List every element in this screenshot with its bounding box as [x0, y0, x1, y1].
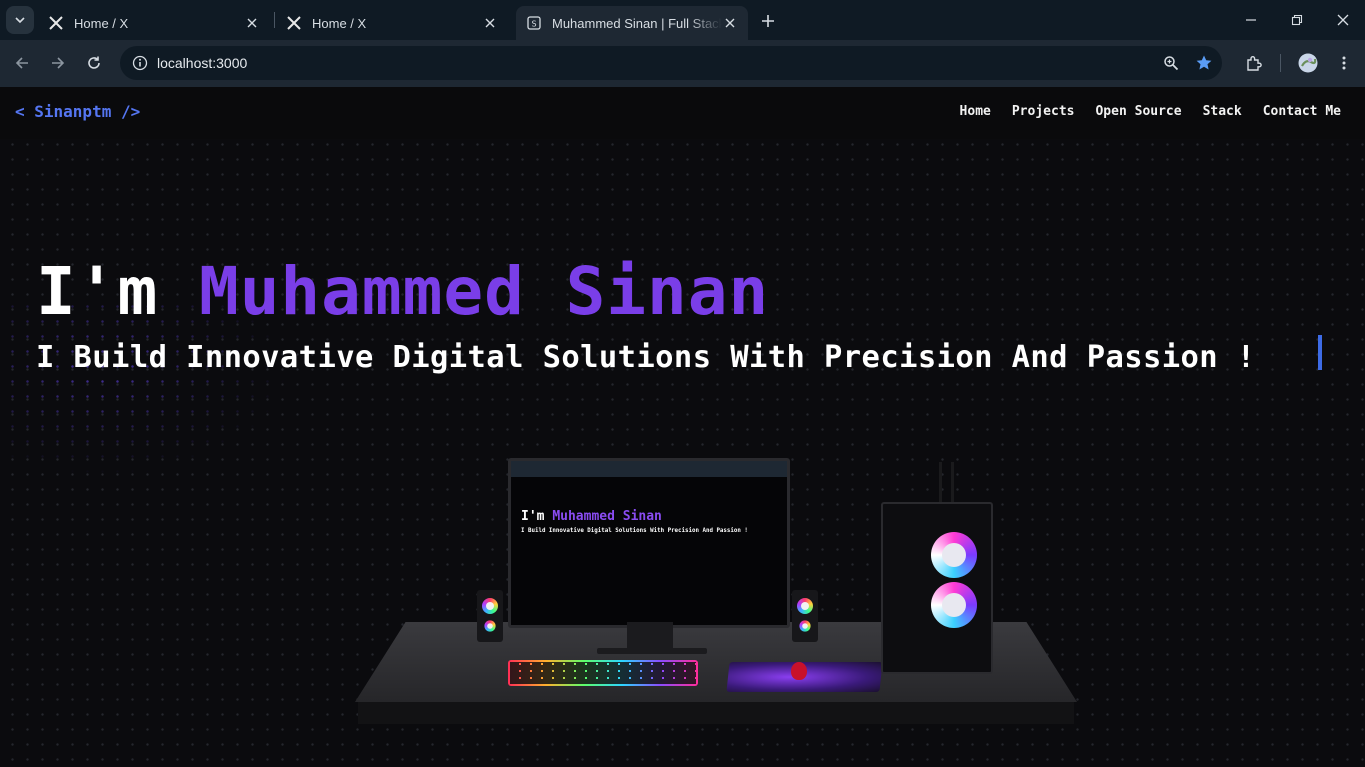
tab-title: Muhammed Sinan | Full Stack Developer [552, 15, 722, 31]
monitor-stand [627, 622, 673, 650]
mini-hero-subtitle: I Build Innovative Digital Solutions Wit… [521, 528, 748, 534]
url-text[interactable]: localhost:3000 [157, 46, 247, 80]
bookmark-button[interactable] [1192, 51, 1216, 75]
plus-icon [762, 15, 774, 27]
mini-hero-name: Muhammed Sinan [552, 509, 662, 524]
zoom-button[interactable] [1159, 51, 1183, 75]
forward-button[interactable] [44, 49, 72, 77]
site-header: < Sinanptm /> Home Projects Open Source … [0, 87, 1365, 139]
nav-link-home[interactable]: Home [960, 104, 991, 119]
mini-hero-title: I'm Muhammed Sinan [521, 509, 662, 524]
mouse [791, 662, 807, 680]
3d-desk-scene[interactable]: I'm Muhammed Sinan I Build Innovative Di… [355, 452, 1085, 727]
hero-title: I'm Muhammed Sinan [36, 252, 769, 332]
minimize-button[interactable] [1228, 0, 1274, 40]
rgb-ring-icon [484, 620, 496, 632]
monitor-screen: I'm Muhammed Sinan I Build Innovative Di… [511, 461, 787, 625]
svg-text:S: S [531, 20, 536, 29]
rgb-ring-icon [799, 620, 811, 632]
speaker-right [792, 590, 818, 642]
desk-edge [358, 702, 1074, 724]
close-icon[interactable] [244, 15, 260, 31]
menu-button[interactable] [1330, 49, 1358, 77]
tab-title: Home / X [312, 15, 367, 31]
restore-icon [1291, 14, 1303, 26]
reload-icon [88, 56, 100, 69]
tab-home-x-2[interactable]: Home / X [276, 6, 508, 40]
rgb-ring-icon [482, 598, 498, 614]
puzzle-icon [1247, 56, 1262, 71]
restore-button[interactable] [1274, 0, 1320, 40]
toolbar-separator [1280, 54, 1281, 72]
reload-button[interactable] [80, 49, 108, 77]
arrow-right-icon [52, 57, 65, 69]
tab-search-button[interactable] [6, 6, 34, 34]
avatar-icon [1298, 53, 1318, 73]
tab-separator [274, 12, 275, 28]
nav-link-open-source[interactable]: Open Source [1095, 104, 1181, 119]
rgb-fan-icon [931, 532, 977, 578]
router-antenna [951, 462, 954, 502]
back-button[interactable] [8, 49, 36, 77]
typing-caret [1318, 335, 1322, 370]
hero-title-prefix: I'm [36, 253, 199, 330]
tab-strip: Home / X Home / X S Muhammed Sinan | Ful… [0, 0, 1365, 40]
pc-tower [881, 502, 993, 674]
minimize-icon [1246, 19, 1256, 21]
extensions-button[interactable] [1240, 49, 1268, 77]
tab-title: Home / X [74, 15, 129, 31]
nav-link-projects[interactable]: Projects [1012, 104, 1075, 119]
browser-toolbar: localhost:3000 [0, 40, 1365, 87]
address-bar[interactable]: localhost:3000 [120, 46, 1222, 80]
star-filled-icon [1196, 55, 1212, 70]
close-icon[interactable] [482, 15, 498, 31]
tab-portfolio[interactable]: S Muhammed Sinan | Full Stack Developer [516, 6, 748, 40]
mini-hero-prefix: I'm [521, 509, 553, 524]
new-tab-button[interactable] [756, 9, 780, 33]
page-content: < Sinanptm /> Home Projects Open Source … [0, 87, 1365, 767]
arrow-left-icon [15, 57, 28, 69]
close-icon [1337, 14, 1349, 26]
x-logo-icon [48, 15, 64, 31]
profile-button[interactable] [1294, 49, 1322, 77]
rgb-keyboard [508, 660, 698, 686]
window-close-button[interactable] [1320, 0, 1365, 40]
chevron-down-icon [15, 17, 25, 24]
kebab-menu-icon [1342, 56, 1346, 70]
browser-window: Home / X Home / X S Muhammed Sinan | Ful… [0, 0, 1365, 87]
zoom-icon [1164, 56, 1179, 71]
tab-home-x-1[interactable]: Home / X [38, 6, 270, 40]
rgb-fan-icon [931, 582, 977, 628]
info-icon [132, 55, 148, 71]
rgb-ring-icon [797, 598, 813, 614]
router-antenna [939, 462, 942, 502]
nav-link-stack[interactable]: Stack [1203, 104, 1242, 119]
site-logo[interactable]: < Sinanptm /> [15, 102, 140, 121]
speaker-left [477, 590, 503, 642]
monitor: I'm Muhammed Sinan I Build Innovative Di… [508, 458, 790, 628]
monitor-base [597, 648, 707, 654]
site-info-button[interactable] [128, 51, 152, 75]
keyboard-keys [510, 662, 696, 684]
x-logo-icon [286, 15, 302, 31]
hero-subtitle: I Build Innovative Digital Solutions Wit… [36, 340, 1256, 375]
site-favicon-icon: S [526, 15, 542, 31]
hero-title-name: Muhammed Sinan [198, 253, 770, 330]
close-icon[interactable] [722, 15, 738, 31]
site-nav: Home Projects Open Source Stack Contact … [960, 104, 1341, 119]
mini-browser-bar [511, 461, 787, 477]
nav-link-contact[interactable]: Contact Me [1263, 104, 1341, 119]
